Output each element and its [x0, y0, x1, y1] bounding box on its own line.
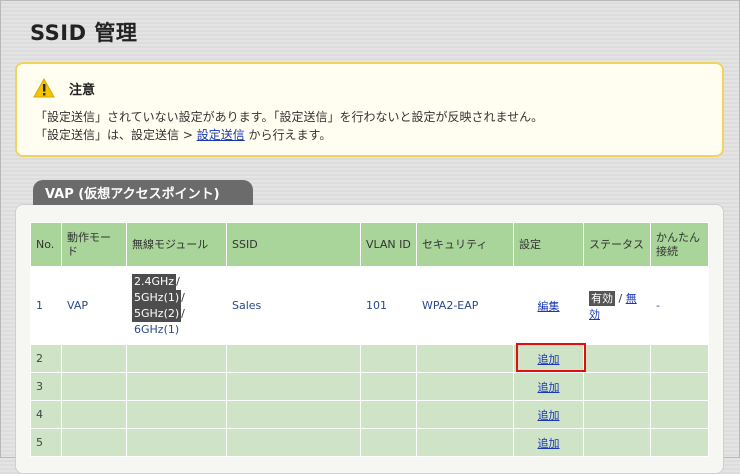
- module-sep: /: [181, 290, 185, 304]
- cell-vlan: 101: [360, 266, 417, 345]
- notice-message: 「設定送信」されていない設定があります。「設定送信」を行わないと設定が反映されま…: [35, 110, 544, 124]
- cell-no: 3: [30, 372, 62, 401]
- cell-setting: 追加: [513, 400, 584, 429]
- notice-hint-suffix: から行えます。: [244, 128, 332, 142]
- add-link[interactable]: 追加: [538, 437, 560, 450]
- col-header-vlan: VLAN ID: [360, 222, 417, 267]
- col-header-mode: 動作モード: [61, 222, 127, 267]
- col-header-ssid: SSID: [226, 222, 361, 267]
- status-sep: /: [618, 291, 623, 305]
- edit-link[interactable]: 編集: [538, 300, 560, 313]
- add-link[interactable]: 追加: [538, 353, 560, 366]
- table-header-row: No. 動作モード 無線モジュール SSID VLAN ID セキュリティ 設定…: [30, 222, 709, 267]
- col-header-setting: 設定: [513, 222, 584, 267]
- notice-hint-prefix: 「設定送信」は、設定送信 >: [35, 128, 197, 142]
- table-row: 1 VAP 2.4GHz/ 5GHz(1)/ 5GHz(2)/ 6GHz(1) …: [30, 266, 709, 345]
- page-title: SSID 管理: [30, 21, 138, 45]
- notice-box: 注意 「設定送信」されていない設定があります。「設定送信」を行わないと設定が反映…: [15, 62, 724, 157]
- cell-setting: 追加: [513, 428, 584, 457]
- module-5ghz-1: 5GHz(1): [132, 289, 182, 306]
- section-tab-vap: VAP (仮想アクセスポイント): [33, 180, 253, 205]
- module-sep: /: [181, 306, 185, 320]
- cell-no: 5: [30, 428, 62, 457]
- table-row: 5 追加: [30, 428, 709, 457]
- notice-title: 注意: [69, 82, 96, 98]
- status-enabled-toggle[interactable]: 有効: [589, 290, 615, 306]
- col-header-module: 無線モジュール: [126, 222, 227, 267]
- cell-no: 1: [30, 266, 62, 345]
- col-header-easy-connect: かんたん接続: [650, 222, 709, 267]
- cell-security: WPA2-EAP: [416, 266, 514, 345]
- col-header-no: No.: [30, 222, 62, 267]
- module-sep: /: [176, 274, 180, 288]
- table-row: 2 追加: [30, 344, 709, 373]
- add-link[interactable]: 追加: [538, 409, 560, 422]
- module-5ghz-2: 5GHz(2): [132, 305, 182, 322]
- table-row: 3 追加: [30, 372, 709, 401]
- notice-hint: 「設定送信」は、設定送信 > 設定送信 から行えます。: [35, 126, 331, 143]
- send-settings-link[interactable]: 設定送信: [197, 128, 245, 142]
- cell-setting: 編集: [513, 266, 584, 345]
- cell-easy-connect: -: [650, 266, 709, 345]
- cell-no: 4: [30, 400, 62, 429]
- add-link[interactable]: 追加: [538, 381, 560, 394]
- warning-icon: [33, 78, 55, 98]
- cell-no: 2: [30, 344, 62, 373]
- cell-setting: 追加: [513, 344, 584, 373]
- vap-table: No. 動作モード 無線モジュール SSID VLAN ID セキュリティ 設定…: [30, 222, 709, 457]
- cell-status: 有効 / 無効: [583, 266, 651, 345]
- col-header-status: ステータス: [583, 222, 651, 267]
- cell-mode: VAP: [61, 266, 127, 345]
- col-header-security: セキュリティ: [416, 222, 514, 267]
- cell-ssid: Sales: [226, 266, 361, 345]
- cell-setting: 追加: [513, 372, 584, 401]
- module-24ghz: 2.4GHz: [132, 273, 177, 290]
- cell-modules: 2.4GHz/ 5GHz(1)/ 5GHz(2)/ 6GHz(1): [126, 266, 227, 345]
- table-row: 4 追加: [30, 400, 709, 429]
- module-6ghz-1: 6GHz(1): [134, 322, 180, 336]
- notice-header: 注意: [33, 78, 95, 98]
